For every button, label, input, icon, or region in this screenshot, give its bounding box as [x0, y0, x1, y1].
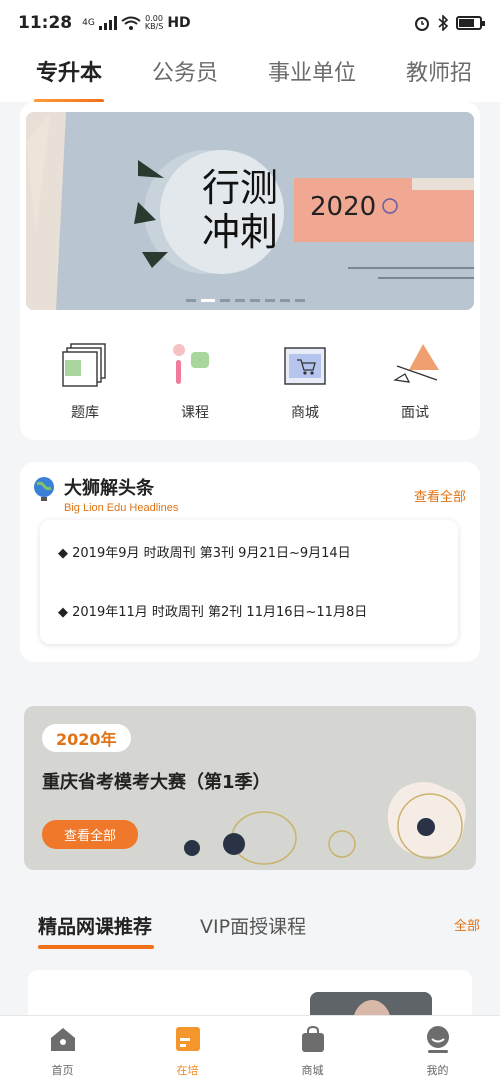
headlines-view-all[interactable]: 查看全部 [414, 486, 466, 505]
banner-pagination [186, 299, 305, 302]
nav-training[interactable]: 在培 [125, 1016, 250, 1083]
pagination-dot[interactable] [250, 299, 260, 302]
pagination-dot[interactable] [235, 299, 245, 302]
mall-icon [284, 347, 326, 385]
tab-zhuanshengben[interactable]: 专升本 [33, 55, 105, 102]
nav-home[interactable]: 首页 [0, 1016, 125, 1083]
pagination-dot-active[interactable] [201, 299, 215, 302]
tab-teacher-recruitment[interactable]: 教师招 [406, 55, 472, 93]
headlines-title: 大狮解头条 [64, 478, 154, 499]
contest-banner[interactable]: 2020年 重庆省考模考大赛（第1季） 查看全部 [24, 706, 476, 870]
nav-label: 在培 [176, 1064, 199, 1077]
pagination-dot[interactable] [280, 299, 290, 302]
contest-year-badge: 2020年 [42, 724, 131, 752]
category-tabs: 专升本 公务员 事业单位 教师招 [0, 46, 500, 102]
nav-label: 我的 [426, 1064, 449, 1077]
nav-profile[interactable]: 我的 [375, 1016, 500, 1083]
quick-label: 课程 [181, 405, 209, 421]
recommend-tabs: 精品网课推荐 VIP面授课程 全部 [0, 900, 500, 950]
top-card: 行测 冲刺 2020 题库 课程 商城 面试 [20, 102, 480, 440]
quick-question-bank[interactable]: 题库 [40, 340, 130, 422]
pagination-dot[interactable] [295, 299, 305, 302]
status-time: 11:28 [18, 13, 73, 33]
shopping-bag-icon [301, 1025, 324, 1052]
tab-civil-servant[interactable]: 公务员 [152, 55, 218, 93]
home-icon [50, 1028, 75, 1051]
bottom-nav: 首页 在培 商城 我的 [0, 1015, 500, 1083]
interview-icon [393, 344, 439, 383]
quick-label: 题库 [71, 405, 99, 421]
profile-icon [426, 1026, 449, 1053]
pagination-dot[interactable] [220, 299, 230, 302]
headlines-list: ◆ 2019年9月 时政周刊 第3刊 9月21日~9月14日 ◆ 2019年11… [40, 520, 458, 644]
quick-mall[interactable]: 商城 [260, 340, 350, 422]
banner-title: 行测 冲刺 [202, 166, 278, 254]
nav-mall[interactable]: 商城 [250, 1016, 375, 1083]
network-speed: 0.00 KB/S [145, 15, 164, 31]
hd-badge: HD [167, 15, 191, 31]
quick-icons: 题库 课程 商城 面试 [20, 340, 480, 422]
banner-title-line1: 行测 [202, 166, 279, 210]
headline-item[interactable]: ◆ 2019年9月 时政周刊 第3刊 9月21日~9月14日 [58, 542, 440, 561]
wifi-icon [121, 16, 141, 30]
tab-public-institution[interactable]: 事业单位 [268, 55, 356, 93]
status-bar: 11:28 4G 0.00 KB/S HD [0, 0, 500, 46]
promo-banner[interactable]: 行测 冲刺 2020 [26, 112, 474, 310]
battery-icon [456, 16, 485, 30]
headlines-subtitle: Big Lion Edu Headlines [64, 502, 179, 514]
headline-item[interactable]: ◆ 2019年11月 时政周刊 第2刊 11月16日~11月8日 [58, 601, 440, 620]
course-icon [173, 344, 209, 384]
alarm-icon [415, 17, 429, 31]
network-type: 4G [82, 17, 95, 28]
nav-label: 商城 [301, 1064, 324, 1077]
contest-view-all-button[interactable]: 查看全部 [42, 820, 139, 849]
quick-interview[interactable]: 面试 [370, 340, 460, 422]
question-bank-icon [62, 343, 106, 387]
contest-title: 重庆省考模考大赛（第1季） [42, 772, 271, 793]
training-icon [175, 1027, 200, 1051]
recommend-view-all[interactable]: 全部 [454, 915, 480, 934]
banner-title-line2: 冲刺 [202, 210, 279, 254]
globe-icon [34, 477, 54, 501]
tab-vip-inperson-courses[interactable]: VIP面授课程 [200, 912, 306, 939]
pagination-dot[interactable] [265, 299, 275, 302]
banner-year: 2020 [310, 192, 377, 222]
headlines-card: 大狮解头条 Big Lion Edu Headlines 查看全部 ◆ 2019… [20, 462, 480, 662]
quick-label: 面试 [401, 405, 429, 421]
pagination-dot[interactable] [186, 299, 196, 302]
tab-featured-online-courses[interactable]: 精品网课推荐 [38, 912, 155, 949]
signal-icon [98, 16, 117, 30]
quick-label: 商城 [291, 405, 319, 421]
speed-unit: KB/S [144, 22, 164, 31]
headlines-header: 大狮解头条 Big Lion Edu Headlines [32, 474, 178, 514]
quick-course[interactable]: 课程 [150, 340, 240, 422]
bluetooth-icon [438, 15, 448, 31]
nav-label: 首页 [51, 1064, 74, 1077]
